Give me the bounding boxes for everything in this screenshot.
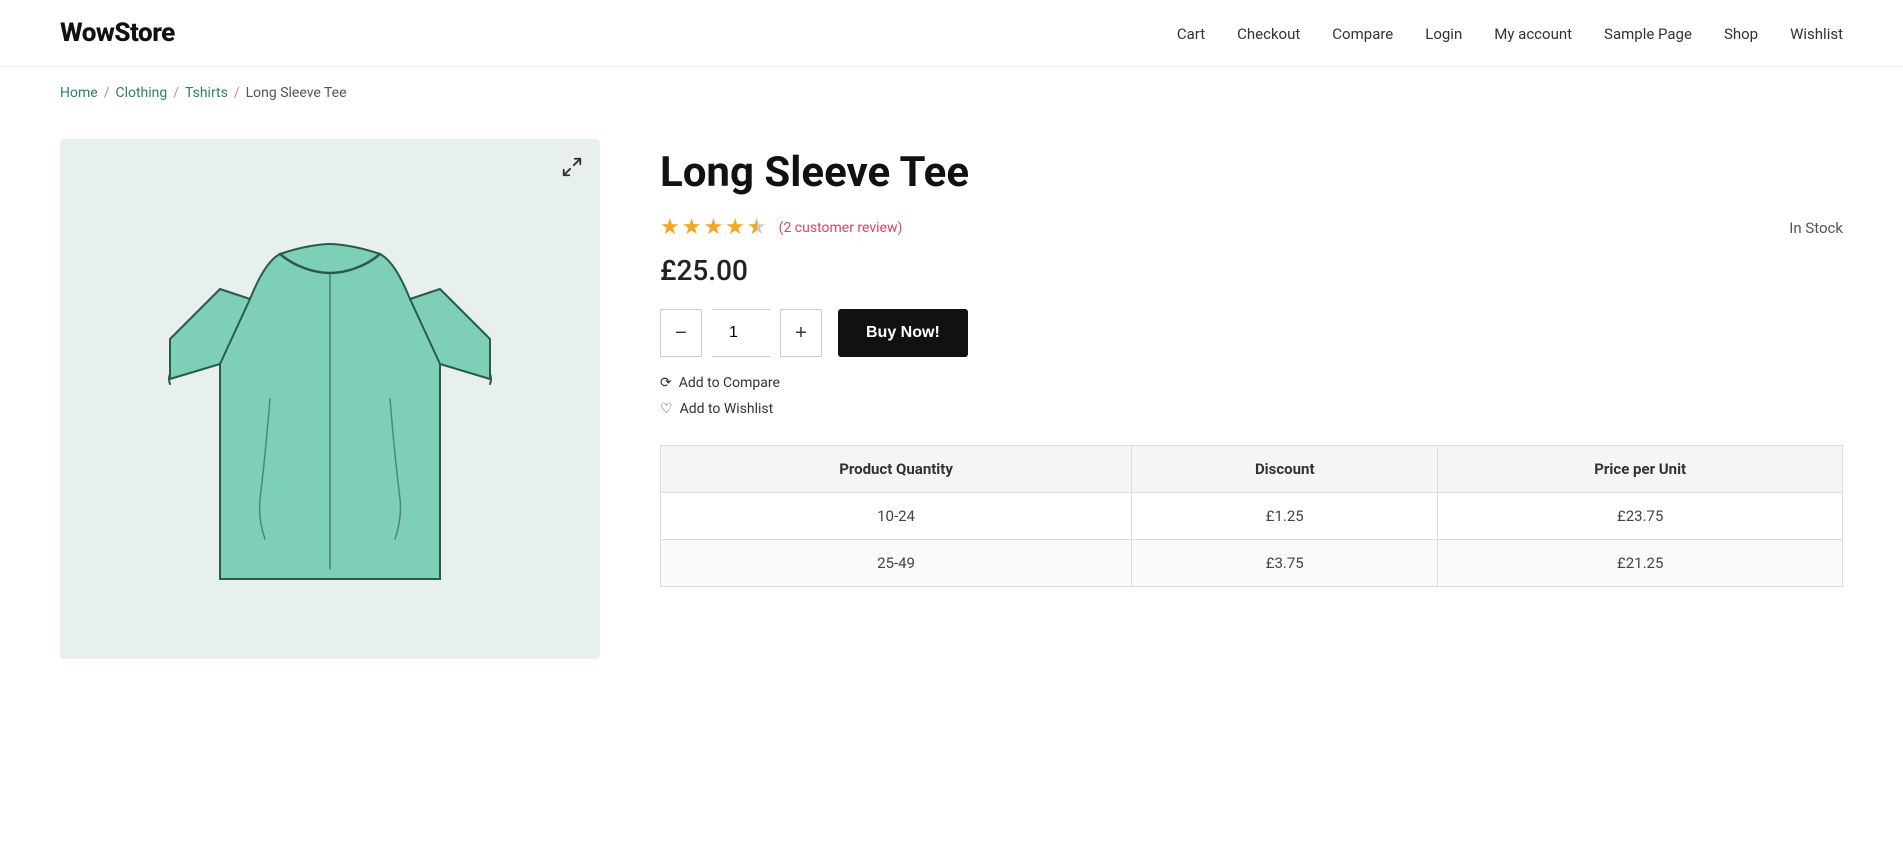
breadcrumb-sep-3: / bbox=[234, 85, 240, 101]
product-page: Long Sleeve Tee ★ ★ ★ ★ ★★ (2 customer r… bbox=[0, 119, 1903, 699]
product-image bbox=[140, 179, 520, 619]
pricing-table-header: Product QuantityDiscountPrice per Unit bbox=[661, 446, 1843, 493]
quantity-increase-button[interactable]: + bbox=[780, 309, 822, 357]
breadcrumb-sep-1: / bbox=[104, 85, 110, 101]
nav-item-login[interactable]: Login bbox=[1425, 25, 1462, 43]
table-row: 25-49£3.75£21.25 bbox=[661, 540, 1843, 587]
add-to-wishlist-label: Add to Wishlist bbox=[680, 401, 774, 417]
stock-badge: In Stock bbox=[1789, 219, 1843, 237]
breadcrumb-current: Long Sleeve Tee bbox=[246, 85, 347, 101]
table-cell-price: £23.75 bbox=[1438, 493, 1843, 540]
site-logo[interactable]: WowStore bbox=[60, 18, 175, 48]
add-to-cart-row: − + Buy Now! bbox=[660, 309, 1843, 357]
quantity-input[interactable] bbox=[712, 309, 770, 357]
table-header-row: Product QuantityDiscountPrice per Unit bbox=[661, 446, 1843, 493]
nav-item-wishlist[interactable]: Wishlist bbox=[1790, 25, 1843, 43]
product-price: £25.00 bbox=[660, 254, 1843, 287]
nav-item-compare[interactable]: Compare bbox=[1332, 25, 1393, 43]
star-2: ★ bbox=[682, 215, 702, 240]
star-5: ★★ bbox=[747, 215, 767, 240]
table-body: 10-24£1.25£23.7525-49£3.75£21.25 bbox=[661, 493, 1843, 587]
table-header-product-quantity: Product Quantity bbox=[661, 446, 1132, 493]
action-links: ⟳ Add to Compare ♡ Add to Wishlist bbox=[660, 375, 1843, 417]
breadcrumb-home[interactable]: Home bbox=[60, 85, 98, 101]
table-cell-quantity: 25-49 bbox=[661, 540, 1132, 587]
add-to-wishlist-link[interactable]: ♡ Add to Wishlist bbox=[660, 401, 1843, 417]
product-details: Long Sleeve Tee ★ ★ ★ ★ ★★ (2 customer r… bbox=[660, 139, 1843, 587]
rating-row: ★ ★ ★ ★ ★★ (2 customer review) In Stock bbox=[660, 215, 1843, 240]
table-cell-discount: £3.75 bbox=[1132, 540, 1438, 587]
nav-item-cart[interactable]: Cart bbox=[1177, 25, 1205, 43]
compare-icon: ⟳ bbox=[660, 375, 672, 391]
add-to-compare-link[interactable]: ⟳ Add to Compare bbox=[660, 375, 1843, 391]
pricing-table: Product QuantityDiscountPrice per Unit 1… bbox=[660, 445, 1843, 587]
table-cell-discount: £1.25 bbox=[1132, 493, 1438, 540]
nav-list: Cart Checkout Compare Login My account Sample… bbox=[1177, 24, 1843, 43]
product-title: Long Sleeve Tee bbox=[660, 149, 1843, 197]
nav-item-my-account[interactable]: My account bbox=[1494, 25, 1572, 43]
table-row: 10-24£1.25£23.75 bbox=[661, 493, 1843, 540]
buy-now-button[interactable]: Buy Now! bbox=[838, 309, 968, 357]
star-4: ★ bbox=[725, 215, 745, 240]
star-1: ★ bbox=[660, 215, 680, 240]
quantity-decrease-button[interactable]: − bbox=[660, 309, 702, 357]
breadcrumb: Home / Clothing / Tshirts / Long Sleeve … bbox=[0, 67, 1903, 119]
breadcrumb-tshirts[interactable]: Tshirts bbox=[185, 85, 228, 101]
expand-icon[interactable] bbox=[558, 153, 586, 181]
breadcrumb-sep-2: / bbox=[173, 85, 179, 101]
review-count[interactable]: (2 customer review) bbox=[779, 220, 903, 236]
table-header-discount: Discount bbox=[1132, 446, 1438, 493]
heart-icon: ♡ bbox=[660, 401, 673, 417]
nav-item-shop[interactable]: Shop bbox=[1724, 25, 1758, 43]
star-rating: ★ ★ ★ ★ ★★ bbox=[660, 215, 767, 240]
breadcrumb-clothing[interactable]: Clothing bbox=[115, 85, 167, 101]
table-cell-price: £21.25 bbox=[1438, 540, 1843, 587]
main-nav: Cart Checkout Compare Login My account Sample… bbox=[1177, 24, 1843, 43]
product-image-container bbox=[60, 139, 600, 659]
star-3: ★ bbox=[703, 215, 723, 240]
table-cell-quantity: 10-24 bbox=[661, 493, 1132, 540]
table-header-price-per-unit: Price per Unit bbox=[1438, 446, 1843, 493]
add-to-compare-label: Add to Compare bbox=[679, 375, 780, 391]
nav-item-checkout[interactable]: Checkout bbox=[1237, 25, 1300, 43]
nav-item-sample-page[interactable]: Sample Page bbox=[1604, 25, 1692, 43]
site-header: WowStore Cart Checkout Compare Login My acco… bbox=[0, 0, 1903, 67]
